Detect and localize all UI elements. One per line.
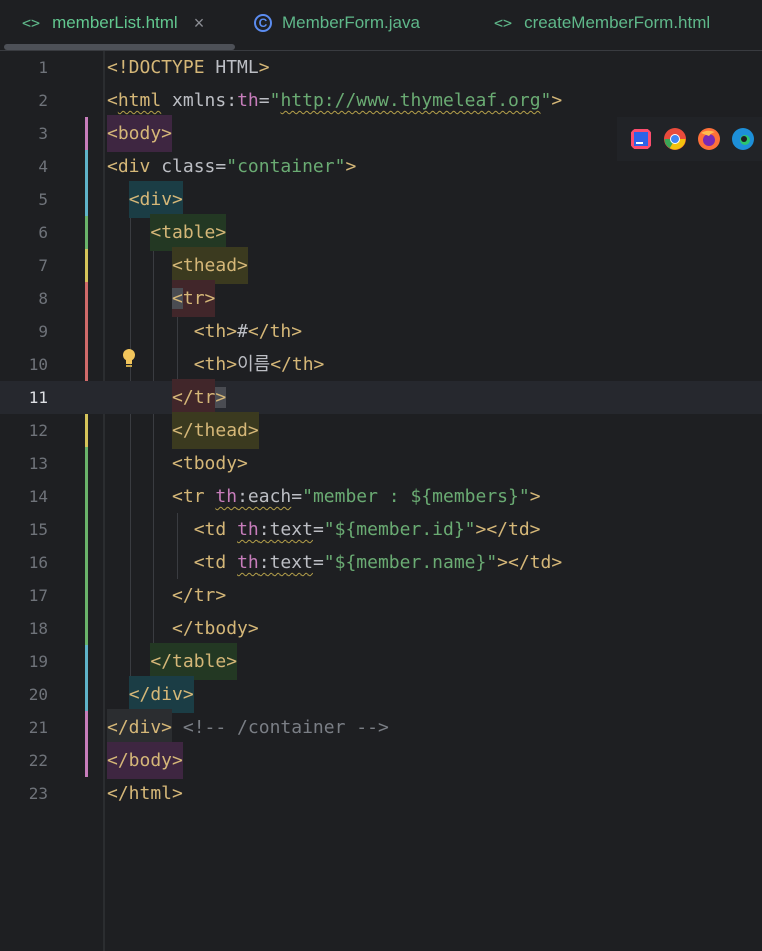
code-text: <th>이름</th>	[193, 354, 325, 375]
line-number: 6	[38, 223, 48, 242]
line-number: 11	[28, 388, 48, 407]
code-text: </div>	[107, 676, 194, 713]
code-text: <body>	[107, 115, 173, 152]
line-number: 23	[28, 784, 48, 803]
code-line[interactable]: 18 </tbody>	[0, 612, 762, 645]
line-number: 5	[38, 190, 48, 209]
code-line-current[interactable]: 11 </tr>	[0, 379, 762, 416]
code-line[interactable]: 19 </table>	[0, 643, 762, 680]
code-text: <!DOCTYPE HTML>	[107, 57, 270, 78]
lightbulb-icon[interactable]	[120, 347, 138, 371]
code-text: </html>	[107, 783, 183, 804]
tab-member-list-html[interactable]: <> memberList.html ×	[22, 0, 204, 46]
code-line[interactable]: 12 </thead>	[0, 412, 762, 449]
code-text: <tr th:each="member : ${members}">	[172, 486, 541, 507]
code-line[interactable]: 5 <div>	[0, 181, 762, 218]
java-class-icon: C	[254, 14, 272, 32]
line-number: 1	[38, 58, 48, 77]
line-number: 10	[28, 355, 48, 374]
line-number: 20	[28, 685, 48, 704]
line-number: 22	[28, 751, 48, 770]
code-line[interactable]: 16 <td th:text="${member.name}"></td>	[0, 546, 762, 579]
html-file-icon: <>	[22, 14, 41, 32]
tab-member-form-java[interactable]: C MemberForm.java	[254, 0, 420, 46]
code-line[interactable]: 22 </body>	[0, 742, 762, 779]
code-text: </body>	[107, 742, 183, 779]
code-line[interactable]: 21 </div> <!-- /container -->	[0, 709, 762, 746]
code-editor[interactable]: 1 <!DOCTYPE HTML> 2 <html xmlns:th="http…	[0, 51, 762, 951]
edge-icon[interactable]	[731, 127, 755, 151]
line-number: 15	[28, 520, 48, 539]
line-number: 16	[28, 553, 48, 572]
code-text: </div> <!-- /container -->	[107, 709, 389, 746]
tab-create-member-form-html[interactable]: <> createMemberForm.html	[494, 0, 710, 46]
code-text: <td th:text="${member.name}"></td>	[193, 552, 563, 573]
code-line[interactable]: 14 <tr th:each="member : ${members}">	[0, 480, 762, 513]
firefox-icon[interactable]	[697, 127, 721, 151]
line-number: 13	[28, 454, 48, 473]
code-text: </tbody>	[172, 618, 259, 639]
code-text: <table>	[107, 214, 227, 251]
close-icon[interactable]: ×	[194, 13, 205, 34]
line-number: 21	[28, 718, 48, 737]
line-number: 2	[38, 91, 48, 110]
code-text: </thead>	[107, 412, 259, 449]
line-number: 8	[38, 289, 48, 308]
code-line[interactable]: 9 <th>#</th>	[0, 315, 762, 348]
code-line[interactable]: 6 <table>	[0, 214, 762, 251]
code-text: <div>	[107, 181, 183, 218]
code-text: <div class="container">	[107, 156, 357, 177]
html-file-icon: <>	[494, 14, 513, 32]
code-text: </tr>	[107, 379, 227, 416]
line-number: 12	[28, 421, 48, 440]
line-number: 18	[28, 619, 48, 638]
code-text: <th>#</th>	[193, 321, 303, 342]
line-number: 4	[38, 157, 48, 176]
code-line[interactable]: 2 <html xmlns:th="http://www.thymeleaf.o…	[0, 84, 762, 117]
tab-label: MemberForm.java	[282, 13, 420, 32]
line-number: 19	[28, 652, 48, 671]
code-text: <thead>	[107, 247, 248, 284]
tab-label: createMemberForm.html	[524, 13, 711, 32]
line-number: 7	[38, 256, 48, 275]
code-text: <html xmlns:th="http://www.thymeleaf.org…	[107, 90, 563, 111]
line-number: 9	[38, 322, 48, 341]
code-text: <tr>	[107, 280, 216, 317]
code-line[interactable]: 17 </tr>	[0, 579, 762, 612]
active-tab-indicator	[4, 44, 235, 50]
code-line[interactable]: 13 <tbody>	[0, 447, 762, 480]
intellij-icon[interactable]	[629, 127, 653, 151]
chrome-icon[interactable]	[663, 127, 687, 151]
line-number: 17	[28, 586, 48, 605]
code-line[interactable]: 8 <tr>	[0, 280, 762, 317]
code-text: </table>	[107, 643, 238, 680]
code-line[interactable]: 1 <!DOCTYPE HTML>	[0, 51, 762, 84]
tab-label: memberList.html	[52, 13, 178, 32]
editor-tab-bar: <> memberList.html × C MemberForm.java <…	[0, 0, 762, 51]
code-text: <tbody>	[172, 453, 248, 474]
browser-preview-bar	[617, 117, 762, 161]
code-line[interactable]: 10 <th>이름</th>	[0, 348, 762, 381]
line-number: 3	[38, 124, 48, 143]
code-text: <td th:text="${member.id}"></td>	[193, 519, 541, 540]
code-line[interactable]: 7 <thead>	[0, 247, 762, 284]
code-line[interactable]: 20 </div>	[0, 676, 762, 713]
line-number: 14	[28, 487, 48, 506]
code-line[interactable]: 23 </html>	[0, 777, 762, 810]
code-text: </tr>	[172, 585, 227, 606]
code-line[interactable]: 15 <td th:text="${member.id}"></td>	[0, 513, 762, 546]
